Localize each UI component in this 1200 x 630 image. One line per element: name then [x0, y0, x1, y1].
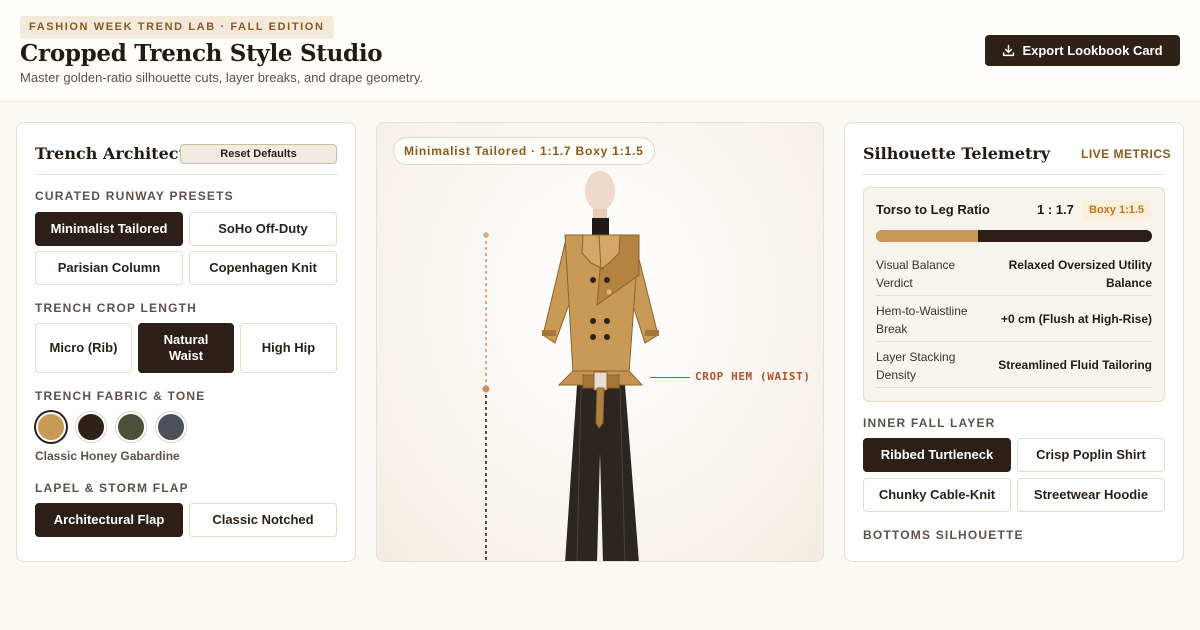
boxy-ratio-badge: Boxy 1:1.5	[1082, 200, 1152, 220]
page-subtitle: Master golden-ratio silhouette cuts, lay…	[20, 70, 423, 85]
ratio-value: 1 : 1.7	[1037, 202, 1074, 217]
silhouette-telemetry-panel: Silhouette Telemetry LIVE METRICS Torso …	[844, 122, 1184, 562]
inner-chunky-cable-knit[interactable]: Chunky Cable-Knit	[863, 478, 1011, 512]
metric-value: Relaxed Oversized Utility Balance	[1008, 258, 1152, 290]
crop-hem-label: CROP HEM (WAIST)	[695, 370, 811, 383]
export-label: Export Lookbook Card	[1022, 43, 1163, 58]
panel-title: Silhouette Telemetry	[863, 144, 1051, 163]
metric-value: Streamlined Fluid Tailoring	[998, 358, 1152, 372]
crop-hem-marker-line	[650, 377, 690, 378]
flap-button	[606, 289, 612, 295]
metrics-card: Torso to Leg Ratio 1 : 1.7 Boxy 1:1.5 Vi…	[863, 187, 1165, 402]
metric-row: Visual Balance Verdict Relaxed Oversized…	[876, 250, 1152, 296]
swatch-olive[interactable]	[116, 412, 146, 442]
inner-streetwear-hoodie[interactable]: Streetwear Hoodie	[1017, 478, 1165, 512]
ratio-progress-bar	[876, 230, 1152, 242]
export-lookbook-button[interactable]: Export Lookbook Card	[985, 35, 1180, 66]
lapel-architectural-flap[interactable]: Architectural Flap	[35, 503, 183, 537]
ratio-title: Torso to Leg Ratio	[876, 202, 990, 217]
app-header: FASHION WEEK TREND LAB · FALL EDITION Cr…	[0, 0, 1200, 102]
belt-tail	[595, 387, 605, 429]
metric-key: Layer Stacking Density	[876, 350, 956, 382]
lapel-classic-notched[interactable]: Classic Notched	[189, 503, 337, 537]
crop-natural-waist[interactable]: Natural Waist	[138, 323, 234, 373]
guide-waist-dot	[482, 385, 490, 393]
inner-ribbed-turtleneck[interactable]: Ribbed Turtleneck	[863, 438, 1011, 472]
crop-micro-rib[interactable]: Micro (Rib)	[35, 323, 132, 373]
left-cuff	[542, 330, 556, 336]
metric-row: Hem-to-Waistline Break +0 cm (Flush at H…	[876, 296, 1152, 342]
page-title: Cropped Trench Style Studio	[20, 40, 383, 67]
swatch-honey[interactable]	[36, 412, 66, 442]
divider	[863, 174, 1165, 175]
live-metrics-badge: LIVE METRICS	[1081, 147, 1172, 161]
edition-eyebrow: FASHION WEEK TREND LAB · FALL EDITION	[20, 16, 334, 39]
reset-defaults-button[interactable]: Reset Defaults	[180, 144, 337, 164]
preset-parisian-column[interactable]: Parisian Column	[35, 251, 183, 285]
metric-key: Visual Balance Verdict	[876, 258, 956, 290]
preset-copenhagen-knit[interactable]: Copenhagen Knit	[189, 251, 337, 285]
metric-key: Hem-to-Waistline Break	[876, 304, 968, 336]
presets-label: CURATED RUNWAY PRESETS	[35, 189, 234, 203]
crop-length-label: TRENCH CROP LENGTH	[35, 301, 198, 315]
swatch-espresso[interactable]	[76, 412, 106, 442]
preset-soho-off-duty[interactable]: SoHo Off-Duty	[189, 212, 337, 246]
silhouette-preview-panel: Minimalist Tailored · 1:1.7 Boxy 1:1.5 C…	[376, 122, 824, 562]
belt-buckle-icon	[593, 371, 608, 391]
right-cuff	[645, 330, 659, 336]
inner-layer-label: INNER FALL LAYER	[863, 416, 996, 430]
divider	[35, 174, 337, 175]
lapel-flap-label: LAPEL & STORM FLAP	[35, 481, 189, 495]
fabric-tone-label: TRENCH FABRIC & TONE	[35, 389, 206, 403]
bottoms-silhouette-label: BOTTOMS SILHOUETTE	[863, 528, 1024, 542]
swatch-slate[interactable]	[156, 412, 186, 442]
inner-crisp-poplin-shirt[interactable]: Crisp Poplin Shirt	[1017, 438, 1165, 472]
ratio-progress-fill	[876, 230, 979, 242]
download-icon	[1003, 44, 1015, 57]
metric-value: +0 cm (Flush at High-Rise)	[1000, 312, 1152, 326]
guide-top-dot	[483, 232, 489, 238]
trench-architecture-panel: Trench Architecture Reset Defaults CURAT…	[16, 122, 356, 562]
crop-high-hip[interactable]: High Hip	[240, 323, 337, 373]
metric-row: Layer Stacking Density Streamlined Fluid…	[876, 342, 1152, 388]
head-icon	[585, 171, 615, 211]
swatch-caption: Classic Honey Gabardine	[35, 449, 180, 463]
figure-illustration	[482, 171, 659, 561]
preset-minimalist-tailored[interactable]: Minimalist Tailored	[35, 212, 183, 246]
